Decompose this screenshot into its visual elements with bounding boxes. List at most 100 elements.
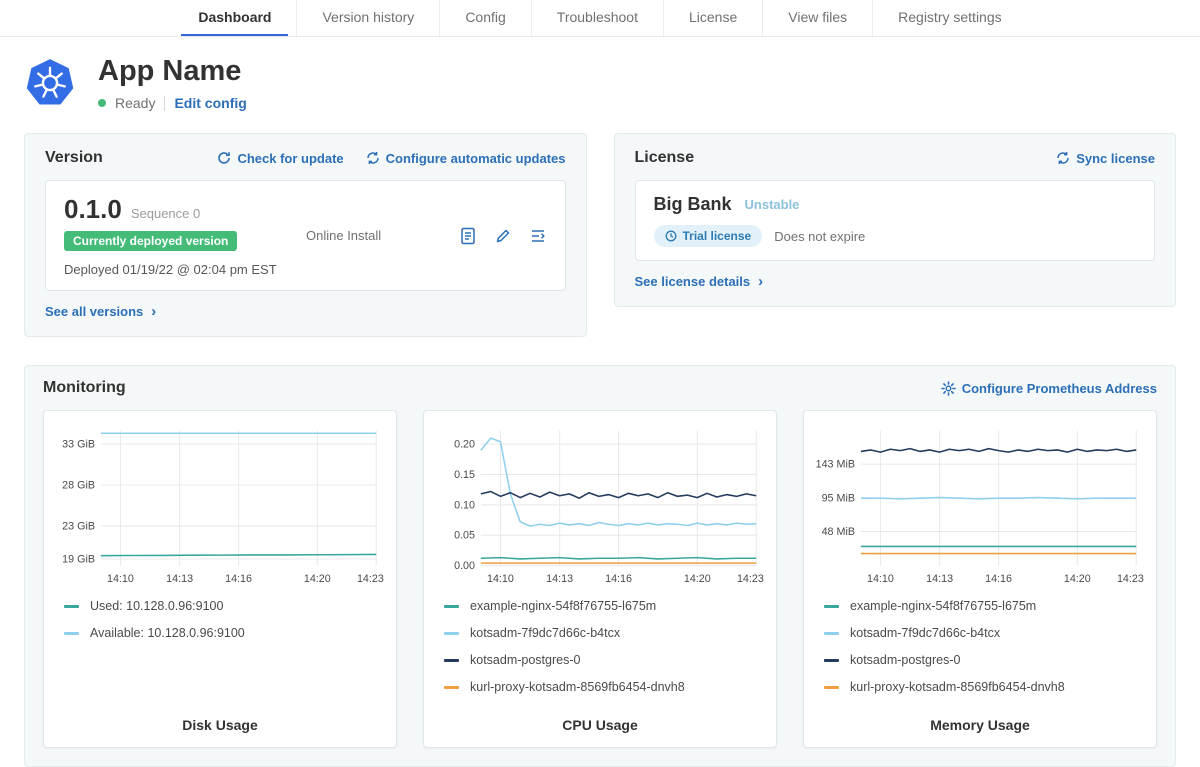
svg-text:33 GiB: 33 GiB (62, 438, 95, 450)
monitoring-section: Monitoring Configure Prometheus Address (24, 365, 1176, 767)
license-details-box: Big Bank Unstable Trial license Does not… (635, 180, 1156, 261)
chevron-right-icon: › (151, 304, 156, 319)
chart-title: Memory Usage (814, 707, 1146, 733)
svg-text:14:20: 14:20 (1064, 573, 1091, 585)
version-card-title: Version (45, 149, 103, 167)
svg-text:14:13: 14:13 (926, 573, 953, 585)
monitoring-title: Monitoring (43, 379, 126, 397)
legend-swatch (444, 686, 459, 689)
tab-dashboard[interactable]: Dashboard (173, 0, 296, 36)
svg-text:0.05: 0.05 (454, 530, 475, 542)
legend-item: kotsadm-7f9dc7d66c-b4tcx (824, 626, 1146, 640)
tab-troubleshoot[interactable]: Troubleshoot (531, 0, 663, 36)
legend-item: kurl-proxy-kotsadm-8569fb6454-dnvh8 (444, 680, 766, 694)
summary-cards-row: Version Check for update (24, 133, 1176, 337)
legend-swatch (444, 632, 459, 635)
clock-icon (665, 230, 677, 242)
svg-text:14:23: 14:23 (357, 573, 384, 585)
svg-text:14:13: 14:13 (166, 573, 193, 585)
svg-text:14:23: 14:23 (737, 573, 764, 585)
customer-name: Big Bank (654, 194, 732, 215)
chart-title: Disk Usage (54, 707, 386, 733)
svg-text:14:23: 14:23 (1117, 573, 1144, 585)
legend-item: kurl-proxy-kotsadm-8569fb6454-dnvh8 (824, 680, 1146, 694)
svg-text:14:10: 14:10 (487, 573, 514, 585)
auto-update-icon (366, 151, 380, 165)
tab-view-files[interactable]: View files (762, 0, 872, 36)
svg-text:14:10: 14:10 (867, 573, 894, 585)
sync-icon (1056, 151, 1070, 165)
configure-automatic-updates-label: Configure automatic updates (386, 151, 566, 166)
chart-title: CPU Usage (434, 707, 766, 733)
svg-text:14:16: 14:16 (605, 573, 632, 585)
check-for-update-link[interactable]: Check for update (217, 151, 343, 166)
trial-license-badge: Trial license (654, 225, 763, 247)
legend-item: example-nginx-54f8f76755-l675m (824, 599, 1146, 613)
edit-config-link[interactable]: Edit config (174, 95, 246, 111)
disk-usage-chart-card: 33 GiB28 GiB23 GiB19 GiB14:1014:1314:161… (43, 410, 397, 748)
cpu-usage-chart: 0.200.150.100.050.0014:1014:1314:1614:20… (434, 423, 766, 589)
svg-text:14:16: 14:16 (985, 573, 1012, 585)
svg-text:0.15: 0.15 (454, 469, 475, 481)
svg-text:95 MiB: 95 MiB (822, 493, 855, 505)
version-number: 0.1.0 (64, 194, 122, 225)
check-for-update-label: Check for update (237, 151, 343, 166)
app-header: App Name Ready Edit config (24, 55, 1176, 111)
license-card: License Sync license Big Bank Unstable (614, 133, 1177, 307)
chevron-right-icon: › (758, 274, 763, 289)
legend-item: Used: 10.128.0.96:9100 (64, 599, 386, 613)
svg-text:28 GiB: 28 GiB (62, 479, 95, 491)
svg-text:23 GiB: 23 GiB (62, 521, 95, 533)
release-notes-icon[interactable] (459, 227, 477, 245)
legend-swatch (824, 632, 839, 635)
install-type-label: Online Install (306, 228, 381, 243)
memory-usage-chart: 143 MiB 95 MiB 48 MiB 14:10 14:13 14:16 14:20 1… (814, 423, 1146, 589)
tab-config[interactable]: Config (439, 0, 530, 36)
tab-license[interactable]: License (663, 0, 762, 36)
see-all-versions-link[interactable]: See all versions › (45, 304, 156, 319)
svg-text:48 MiB: 48 MiB (822, 526, 855, 538)
legend-item: kotsadm-postgres-0 (444, 653, 766, 667)
legend-label: kurl-proxy-kotsadm-8569fb6454-dnvh8 (850, 680, 1065, 694)
legend-label: kotsadm-7f9dc7d66c-b4tcx (850, 626, 1000, 640)
legend-swatch (824, 686, 839, 689)
legend-item: kotsadm-7f9dc7d66c-b4tcx (444, 626, 766, 640)
svg-text:14:13: 14:13 (546, 573, 573, 585)
trial-license-label: Trial license (683, 229, 752, 243)
legend-item: Available: 10.128.0.96:9100 (64, 626, 386, 640)
legend-swatch (824, 659, 839, 662)
legend-label: kurl-proxy-kotsadm-8569fb6454-dnvh8 (470, 680, 685, 694)
svg-text:14:20: 14:20 (304, 573, 331, 585)
svg-text:19 GiB: 19 GiB (62, 553, 95, 565)
license-card-title: License (635, 149, 695, 167)
gear-icon (941, 381, 956, 396)
configure-automatic-updates-link[interactable]: Configure automatic updates (366, 151, 566, 166)
disk-usage-chart: 33 GiB28 GiB23 GiB19 GiB14:1014:1314:161… (54, 423, 386, 589)
legend-item: example-nginx-54f8f76755-l675m (444, 599, 766, 613)
configure-prometheus-link[interactable]: Configure Prometheus Address (941, 381, 1157, 396)
tab-version-history[interactable]: Version history (296, 0, 439, 36)
view-logs-icon[interactable] (529, 227, 547, 245)
svg-text:143 MiB: 143 MiB (816, 459, 855, 471)
legend-swatch (64, 632, 79, 635)
see-license-details-link[interactable]: See license details › (635, 274, 764, 289)
preflight-checks-icon[interactable] (494, 227, 512, 245)
legend-label: example-nginx-54f8f76755-l675m (470, 599, 656, 613)
configure-prometheus-label: Configure Prometheus Address (962, 381, 1157, 396)
svg-text:0.20: 0.20 (454, 439, 475, 451)
page-title: App Name (98, 55, 247, 88)
legend-label: Available: 10.128.0.96:9100 (90, 626, 245, 640)
tab-registry-settings[interactable]: Registry settings (872, 0, 1026, 36)
memory-usage-chart-card: 143 MiB 95 MiB 48 MiB 14:10 14:13 14:16 14:20 1… (803, 410, 1157, 748)
status-badge: Ready (115, 95, 155, 111)
sequence-label: Sequence 0 (131, 206, 200, 221)
legend-swatch (824, 605, 839, 608)
legend-swatch (444, 659, 459, 662)
sync-license-link[interactable]: Sync license (1056, 151, 1155, 166)
see-all-versions-label: See all versions (45, 304, 143, 319)
legend-label: Used: 10.128.0.96:9100 (90, 599, 223, 613)
svg-text:0.00: 0.00 (454, 560, 475, 572)
legend-swatch (64, 605, 79, 608)
deployed-badge: Currently deployed version (64, 231, 237, 251)
divider (164, 96, 165, 111)
